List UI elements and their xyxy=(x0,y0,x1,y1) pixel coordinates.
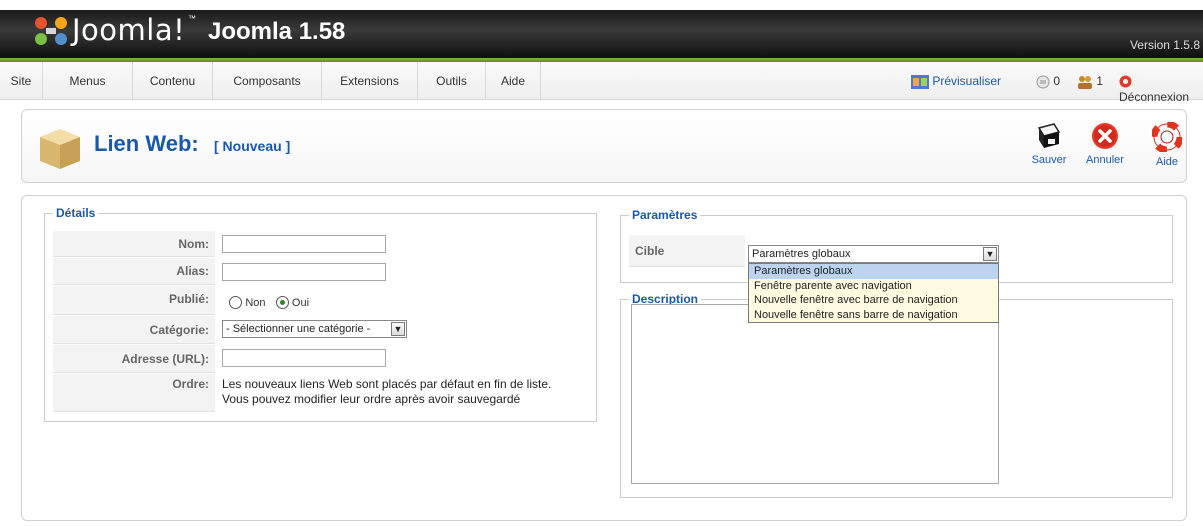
target-label: Cible xyxy=(629,235,745,267)
target-select-value: Paramètres globaux xyxy=(752,248,851,260)
messages-counter[interactable]: 0 xyxy=(1036,73,1070,89)
published-label: Publié: xyxy=(53,286,215,315)
logout-icon xyxy=(1119,75,1132,88)
preview-link[interactable]: Prévisualiser xyxy=(911,73,1021,89)
version-label: Version 1.5.8 xyxy=(1129,38,1200,52)
cancel-label: Annuler xyxy=(1086,154,1124,166)
category-select-value: - Sélectionner une catégorie - xyxy=(226,323,371,335)
url-label: Adresse (URL): xyxy=(53,345,215,373)
chevron-down-icon: ▼ xyxy=(391,322,405,336)
name-input[interactable] xyxy=(222,235,386,253)
menu-item-menus[interactable]: Menus xyxy=(43,62,133,100)
params-legend: Paramètres xyxy=(629,208,701,222)
url-input[interactable] xyxy=(222,349,386,367)
toolbar-box: Lien Web: [ Nouveau ] Sauver Annuler Aid… xyxy=(21,109,1187,183)
order-text-line-1: Les nouveaux liens Web sont placés par d… xyxy=(222,377,552,391)
help-button[interactable]: Aide xyxy=(1142,122,1192,168)
messages-icon xyxy=(1036,75,1050,89)
published-yes-radio[interactable] xyxy=(275,296,289,310)
site-title: Joomla 1.58 xyxy=(208,18,346,45)
users-counter[interactable]: 1 xyxy=(1077,73,1117,89)
published-no-radio[interactable] xyxy=(229,296,242,310)
order-text-line-2: Vous pouvez modifier leur ordre après av… xyxy=(222,392,521,406)
published-no-label: Non xyxy=(245,297,266,309)
cancel-icon xyxy=(1092,123,1118,149)
users-count: 1 xyxy=(1096,74,1104,88)
target-dropdown-list: Paramètres globaux Fenêtre parente avec … xyxy=(748,263,999,323)
preview-icon xyxy=(911,74,929,89)
help-lifebuoy-icon xyxy=(1152,122,1182,152)
save-label: Sauver xyxy=(1031,154,1067,166)
chevron-down-icon: ▼ xyxy=(983,247,997,261)
target-option-new-with-nav[interactable]: Nouvelle fenêtre avec barre de navigatio… xyxy=(749,293,998,308)
category-label: Catégorie: xyxy=(53,316,215,344)
description-textarea[interactable] xyxy=(631,304,999,484)
menu-item-composants[interactable]: Composants xyxy=(213,62,322,100)
name-label: Nom: xyxy=(53,231,215,257)
menu-item-contenu[interactable]: Contenu xyxy=(133,62,213,100)
messages-count: 0 xyxy=(1053,74,1061,88)
alias-input[interactable] xyxy=(222,263,386,281)
published-radio-group: Non Oui xyxy=(229,295,310,310)
page-subtitle: [ Nouveau ] xyxy=(214,138,291,154)
joomla-logo-icon xyxy=(35,17,67,45)
preview-label: Prévisualiser xyxy=(932,74,1002,88)
menu-item-extensions[interactable]: Extensions xyxy=(322,62,418,100)
order-label: Ordre: xyxy=(53,374,215,412)
logout-label: Déconnexion xyxy=(1119,90,1190,104)
weblink-package-icon xyxy=(40,129,80,169)
target-select[interactable]: Paramètres globaux ▼ xyxy=(748,245,999,263)
save-icon xyxy=(1037,123,1061,148)
header: Joomla! ™ Joomla 1.58 Version 1.5.8 xyxy=(0,0,1203,58)
order-help-text: Les nouveaux liens Web sont placés par d… xyxy=(222,377,551,407)
alias-label: Alias: xyxy=(53,258,215,285)
details-legend: Détails xyxy=(53,206,99,220)
target-option-global[interactable]: Paramètres globaux xyxy=(749,264,998,279)
target-option-parent[interactable]: Fenêtre parente avec navigation xyxy=(749,279,998,294)
target-option-new-without-nav[interactable]: Nouvelle fenêtre sans barre de navigatio… xyxy=(749,308,998,323)
logout-link[interactable]: Déconnexion xyxy=(1119,73,1203,104)
logo-text: Joomla! xyxy=(72,13,186,47)
save-button[interactable]: Sauver xyxy=(1027,122,1071,166)
menu-item-aide[interactable]: Aide xyxy=(486,62,541,100)
logo-trademark: ™ xyxy=(188,14,196,23)
menu-item-site[interactable]: Site xyxy=(0,62,43,100)
menu-item-outils[interactable]: Outils xyxy=(418,62,486,100)
published-yes-label: Oui xyxy=(291,297,310,309)
users-icon xyxy=(1078,75,1092,89)
page-title: Lien Web: xyxy=(94,131,199,156)
category-select[interactable]: - Sélectionner une catégorie - ▼ xyxy=(222,320,407,338)
menu-bar: Site Menus Contenu Composants Extensions… xyxy=(0,62,1203,104)
cancel-button[interactable]: Annuler xyxy=(1083,122,1127,166)
help-label: Aide xyxy=(1155,156,1179,168)
